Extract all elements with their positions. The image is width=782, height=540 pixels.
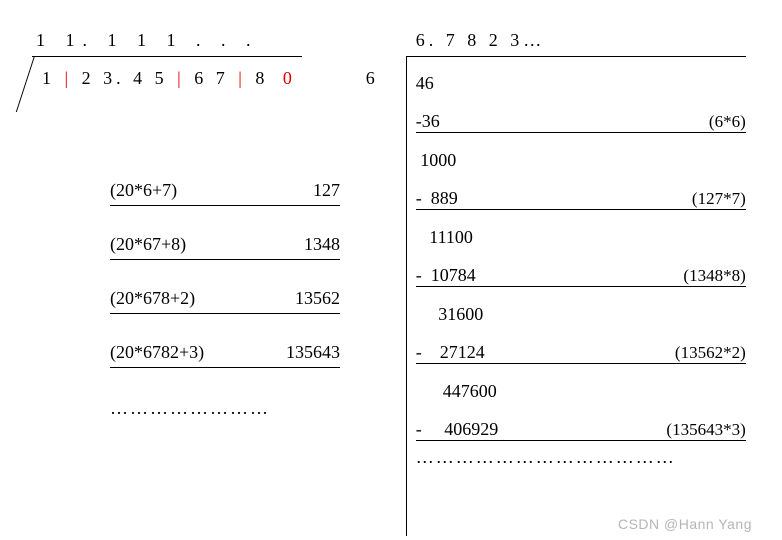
work-number: 31600 [416, 304, 484, 325]
radicand-group-2: 2 3. 4 5 [82, 68, 168, 88]
work-row: 46 [416, 68, 746, 94]
left-step-row: (20*6+7) 127 [110, 180, 340, 201]
step-value: 135643 [286, 342, 340, 363]
work-row: -36 (6*6) [416, 106, 746, 133]
right-divisor: 6 [366, 68, 375, 89]
left-step-row: (20*6782+3) 135643 [110, 342, 340, 363]
right-continuation-dots: ………………………………… [416, 447, 746, 468]
work-note: (1348*8) [683, 266, 745, 286]
work-number: - 406929 [416, 419, 499, 440]
work-number: 1000 [416, 150, 457, 171]
left-step-row: (20*67+8) 1348 [110, 234, 340, 255]
right-division-bar [406, 56, 407, 536]
work-number: 447600 [416, 381, 497, 402]
group-separator: | [238, 68, 246, 89]
step-value: 13562 [295, 288, 340, 309]
work-row: 447600 [416, 376, 746, 402]
work-number: - 27124 [416, 342, 485, 363]
radicand-group-3: 6 7 [194, 68, 229, 88]
left-radicand: 1 | 2 3. 4 5 | 6 7 | 8 0 [42, 68, 296, 89]
left-step-row: (20*678+2) 13562 [110, 288, 340, 309]
left-radical-tail [2, 56, 35, 112]
work-row: 1000 [416, 145, 746, 171]
left-vinculum [32, 56, 302, 57]
group-separator: | [177, 68, 185, 89]
work-number: - 889 [416, 188, 458, 209]
step-underline [110, 259, 340, 260]
step-value: 1348 [304, 234, 340, 255]
watermark: CSDN @Hann Yang [618, 516, 752, 532]
work-row: - 10784 (1348*8) [416, 260, 746, 287]
left-steps: (20*6+7) 127 (20*67+8) 1348 (20*678+2) 1… [110, 180, 352, 419]
work-number: - 10784 [416, 265, 476, 286]
work-note: (13562*2) [675, 343, 746, 363]
step-underline [110, 367, 340, 368]
radicand-group-4: 8 [255, 68, 268, 88]
step-underline [110, 313, 340, 314]
left-continuation-dots: …………………… [110, 398, 352, 419]
work-number: 46 [416, 73, 434, 94]
radicand-extra-zero: 0 [283, 68, 296, 88]
work-row: - 889 (127*7) [416, 183, 746, 210]
right-vinculum [406, 56, 746, 57]
work-row: 31600 [416, 299, 746, 325]
work-note: (6*6) [709, 112, 746, 132]
radicand-group-1: 1 [42, 68, 55, 88]
left-quotient: 1 1. 1 1 1 . . . [36, 30, 259, 51]
step-expression: (20*6+7) [110, 180, 177, 201]
step-expression: (20*678+2) [110, 288, 195, 309]
right-work-column: 46 -36 (6*6) 1000 - 889 (127*7) 11100 [416, 68, 746, 468]
step-expression: (20*6782+3) [110, 342, 204, 363]
step-expression: (20*67+8) [110, 234, 186, 255]
work-row: - 406929 (135643*3) [416, 414, 746, 441]
work-number: -36 [416, 111, 440, 132]
step-underline [110, 205, 340, 206]
work-note: (135643*3) [666, 420, 745, 440]
work-note: (127*7) [692, 189, 746, 209]
right-quotient: 6. 7 8 2 3… [416, 30, 546, 51]
group-separator: | [65, 68, 73, 89]
step-value: 127 [313, 180, 340, 201]
work-row: 11100 [416, 222, 746, 248]
work-number: 11100 [416, 227, 473, 248]
work-row: - 27124 (13562*2) [416, 337, 746, 364]
